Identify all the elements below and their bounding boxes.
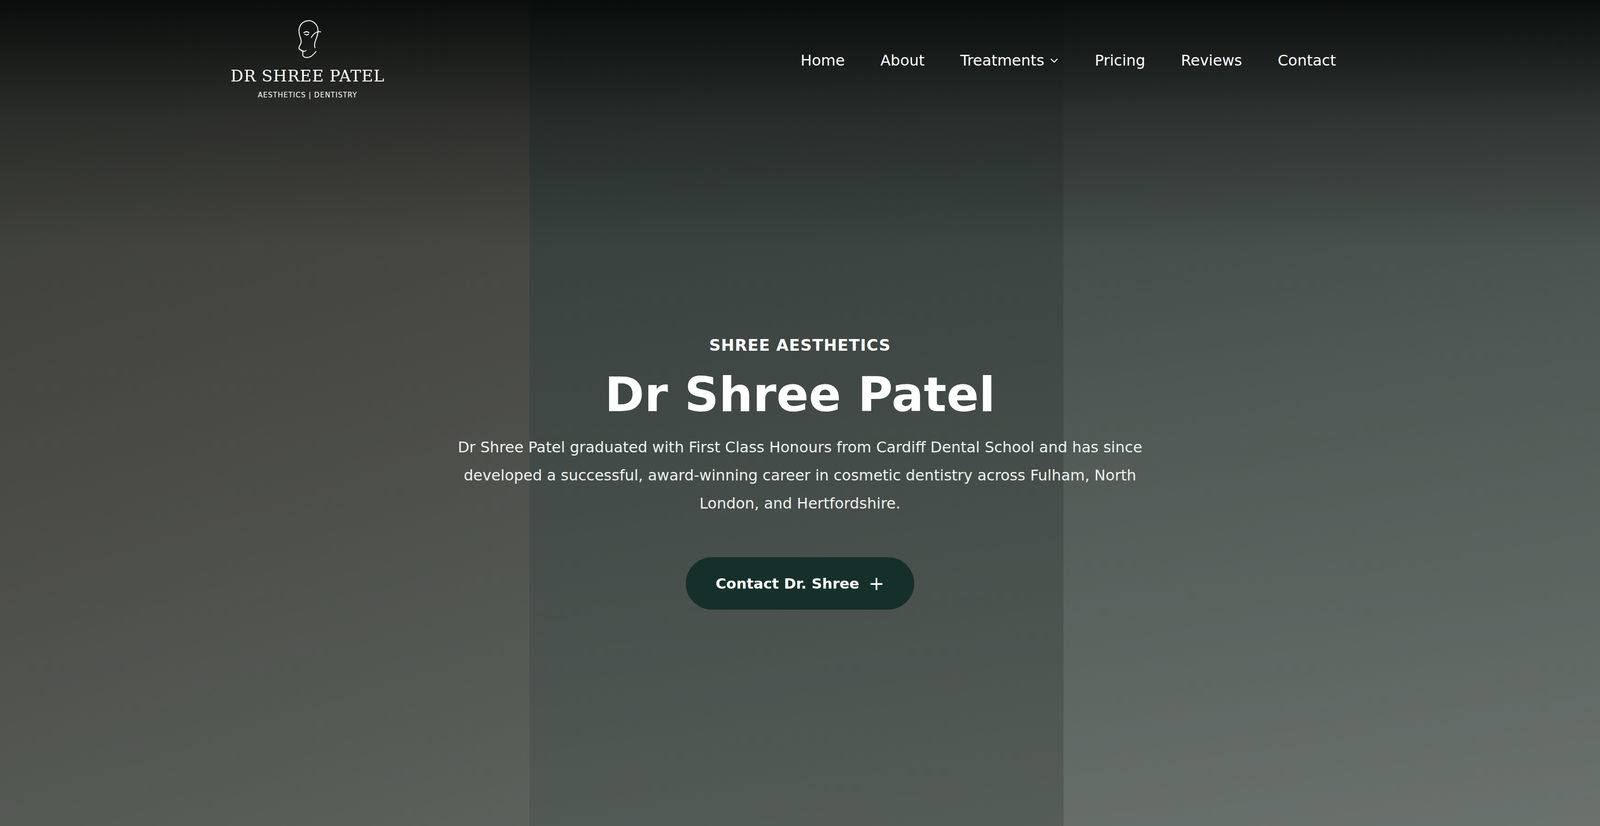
hero: DR SHREE PATELAESTHETICS | DENTISTRYHome…: [0, 0, 1600, 826]
hero-title: Dr Shree Patel: [604, 365, 996, 425]
nav-item[interactable]: Reviews: [1181, 51, 1243, 70]
nav-item[interactable]: Treatments: [960, 51, 1060, 70]
main-nav: Home About Treatments Pricing Reviews Contact: [800, 18, 1336, 70]
hero-text: Dr Shree Patel graduated with First Clas…: [444, 433, 1156, 518]
plus-icon: +: [868, 573, 885, 593]
hero-layer: DR SHREE PATELAESTHETICS | DENTISTRYHome…: [0, 0, 1600, 826]
hero-eyebrow: SHREE AESTHETICS: [709, 335, 891, 355]
hero-content: SHREE AESTHETICS Dr Shree Patel Dr Shree P…: [0, 335, 1600, 610]
site-header: DR SHREE PATELAESTHETICS | DENTISTRYHome…: [0, 0, 1600, 113]
nav-item[interactable]: About: [880, 51, 925, 70]
logo-name: DR SHREE PATEL: [230, 66, 385, 86]
nav-item[interactable]: Home: [800, 51, 845, 70]
contact-button[interactable]: Contact Dr. Shree+: [685, 557, 915, 610]
logo-tagline: AESTHETICS | DENTISTRY: [257, 90, 358, 100]
nav-item[interactable]: Pricing: [1094, 51, 1146, 70]
chevron-down-icon: [1049, 55, 1060, 66]
logo[interactable]: DR SHREE PATELAESTHETICS | DENTISTRY: [242, 18, 374, 100]
face-logo-icon: [290, 18, 325, 64]
nav-item[interactable]: Contact: [1277, 51, 1337, 70]
